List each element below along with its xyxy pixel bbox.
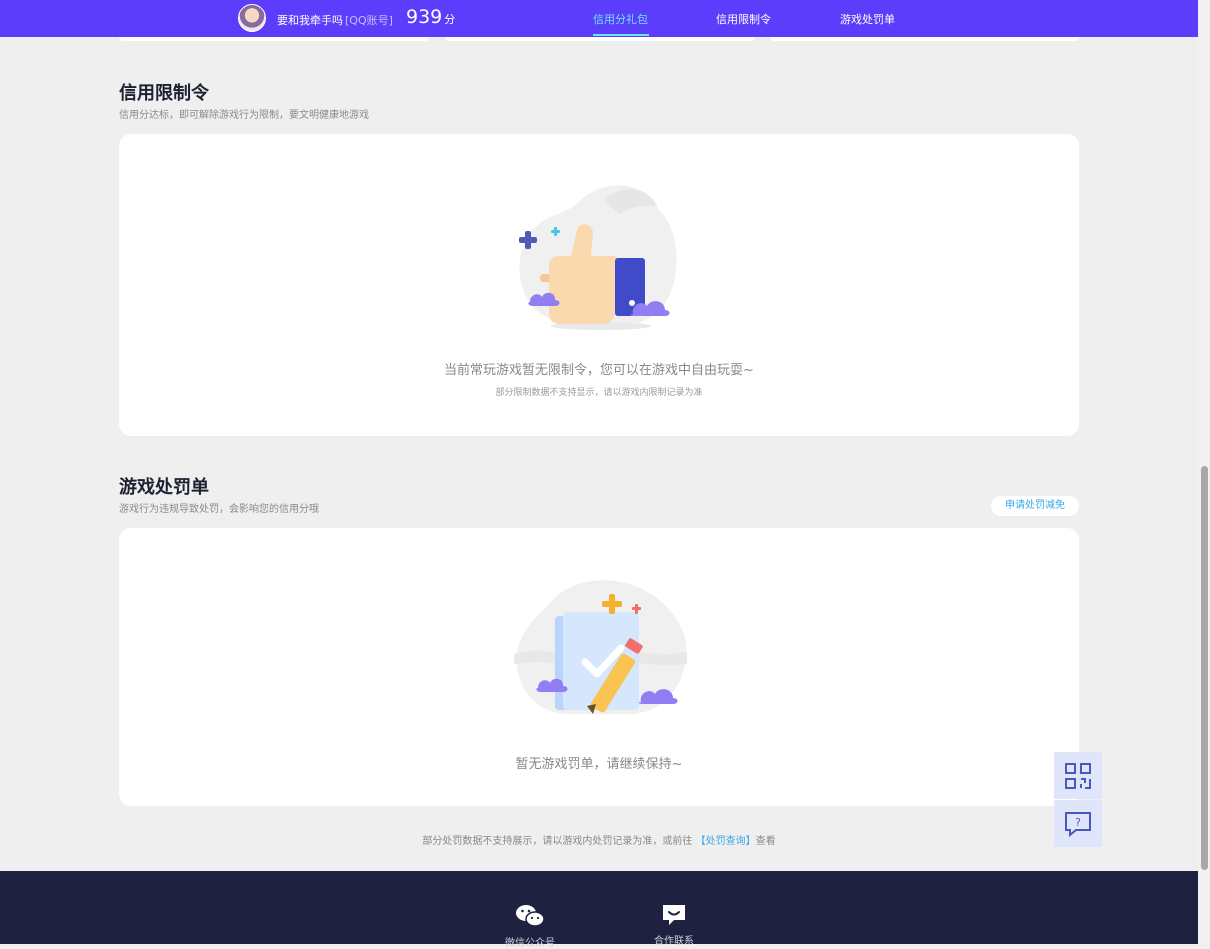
apply-penalty-relief-button[interactable]: 申请处罚减免 bbox=[991, 496, 1079, 516]
active-tab-indicator bbox=[593, 34, 649, 36]
restriction-subtitle: 信用分达标，即可解除游戏行为限制，要文明健康地游戏 bbox=[119, 110, 369, 121]
top-nav-bar: 要和我牵手吗 [QQ账号] 939 分 信用分礼包 信用限制令 游戏处罚单 bbox=[0, 0, 1198, 37]
credit-score: 939 分 bbox=[406, 6, 455, 31]
chat-bubble-icon bbox=[663, 905, 685, 925]
checklist-pencil-illustration bbox=[514, 580, 687, 714]
username-text: 要和我牵手吗 bbox=[277, 14, 343, 27]
account-type: [QQ账号] bbox=[345, 14, 393, 27]
card-edge bbox=[445, 37, 755, 41]
restriction-title: 信用限制令 bbox=[119, 83, 209, 104]
penalty-title: 游戏处罚单 bbox=[119, 477, 209, 498]
nav-tab-restriction[interactable]: 信用限制令 bbox=[716, 11, 771, 27]
page-footer: 微信公众号 合作联系 bbox=[0, 871, 1198, 949]
svg-text:?: ? bbox=[1075, 816, 1081, 829]
credit-score-unit: 分 bbox=[444, 13, 456, 26]
username: 要和我牵手吗 [QQ账号] bbox=[277, 12, 393, 28]
feedback-icon: ? bbox=[1065, 811, 1091, 837]
nav-tab-penalty[interactable]: 游戏处罚单 bbox=[840, 11, 895, 27]
qr-code-button[interactable] bbox=[1054, 752, 1102, 799]
footer-cooperation-contact[interactable]: 合作联系 bbox=[639, 903, 709, 947]
penalty-note-suffix: 查看 bbox=[755, 836, 776, 847]
avatar[interactable] bbox=[238, 4, 266, 32]
restriction-empty-note: 部分限制数据不支持显示，请以游戏内限制记录为准 bbox=[495, 388, 703, 398]
wechat-icon bbox=[516, 905, 545, 927]
penalty-subtitle: 游戏行为违规导致处罚，会影响您的信用分哦 bbox=[119, 504, 319, 515]
feedback-button[interactable]: ? bbox=[1054, 800, 1102, 847]
footer-cooperation-label: 合作联系 bbox=[654, 936, 694, 947]
penalty-card: 暂无游戏罚单，请继续保持~ bbox=[119, 528, 1079, 806]
penalty-empty-text: 暂无游戏罚单，请继续保持~ bbox=[515, 757, 683, 772]
thumbs-up-illustration bbox=[519, 185, 677, 330]
penalty-note: 部分处罚数据不支持展示，请以游戏内处罚记录为准，或前往 【处罚查询】查看 bbox=[0, 832, 1198, 847]
card-edge bbox=[770, 37, 1079, 41]
penalty-query-link[interactable]: 【处罚查询】 bbox=[696, 836, 756, 847]
footer-wechat-label: 微信公众号 bbox=[505, 938, 555, 949]
restriction-empty-text: 当前常玩游戏暂无限制令，您可以在游戏中自由玩耍~ bbox=[444, 363, 754, 378]
credit-score-value: 939 bbox=[406, 6, 443, 28]
restriction-card: 当前常玩游戏暂无限制令，您可以在游戏中自由玩耍~ 部分限制数据不支持显示，请以游… bbox=[119, 134, 1079, 436]
penalty-note-text: 部分处罚数据不支持展示，请以游戏内处罚记录为准，或前往 bbox=[422, 836, 693, 847]
qr-code-icon bbox=[1065, 762, 1091, 789]
scrollbar-thumb[interactable] bbox=[1201, 466, 1208, 870]
footer-wechat-account[interactable]: 微信公众号 bbox=[495, 903, 565, 949]
nav-tab-credit-gift[interactable]: 信用分礼包 bbox=[593, 11, 648, 27]
card-edge bbox=[119, 37, 429, 41]
